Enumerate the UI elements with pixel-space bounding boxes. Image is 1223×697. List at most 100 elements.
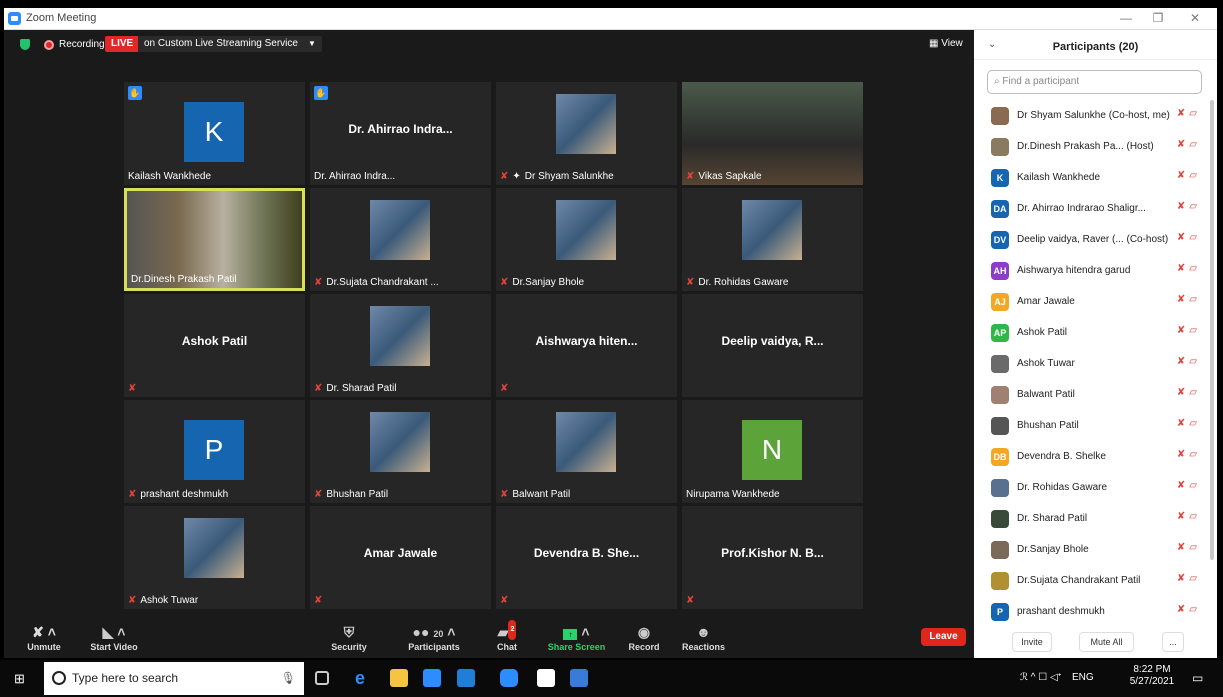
video-tile[interactable]: P ✘ prashant deshmukh: [124, 400, 305, 503]
participant-row[interactable]: AJ Amar Jawale ✘▱: [974, 286, 1209, 317]
participant-row[interactable]: AH Aishwarya hitendra garud ✘▱: [974, 255, 1209, 286]
participant-row[interactable]: Bhushan Patil ✘▱: [974, 410, 1209, 441]
reactions-button[interactable]: ☻ Reactions: [676, 622, 731, 652]
video-tile[interactable]: Devendra B. She... ✘: [496, 506, 677, 609]
video-tile[interactable]: ✘ Bhushan Patil: [310, 400, 491, 503]
live-badge: LIVE: [105, 36, 140, 52]
video-tile[interactable]: Dr.Dinesh Prakash Patil: [124, 188, 305, 291]
more-button[interactable]: ...: [1162, 632, 1184, 652]
chat-button[interactable]: ▰ 2 Chat: [492, 620, 522, 652]
participant-avatar: P: [991, 602, 1009, 621]
leave-button[interactable]: Leave: [921, 628, 966, 646]
mute-all-button[interactable]: Mute All: [1079, 632, 1134, 652]
video-tile[interactable]: K ✋ Kailash Wankhede: [124, 82, 305, 185]
participant-center-name: Amar Jawale: [363, 546, 438, 560]
invite-button[interactable]: Invite: [1012, 632, 1052, 652]
video-tile[interactable]: ✘ Vikas Sapkale: [682, 82, 863, 185]
participant-row[interactable]: K Kailash Wankhede ✘▱: [974, 162, 1209, 193]
tray-icons[interactable]: ℛ ^ ☐ ◁ᐩ: [1020, 672, 1062, 683]
video-tile[interactable]: Ashok Patil ✘: [124, 294, 305, 397]
photos-icon[interactable]: [537, 669, 555, 687]
participants-button[interactable]: ●● 20 ˄ Participants: [399, 622, 469, 652]
panel-header: ⌄ Participants (20): [974, 30, 1217, 60]
record-label: Record: [628, 642, 660, 652]
muted-mic-icon: ✘: [314, 277, 323, 288]
video-tile[interactable]: ✘ Dr. Sharad Patil: [310, 294, 491, 397]
participant-row[interactable]: Pprashant deshmukh ✘▱: [974, 596, 1209, 627]
video-tile[interactable]: Dr. Ahirrao Indra... ✋ Dr. Ahirrao Indra..…: [310, 82, 491, 185]
mic-video-status-icons: ✘▱: [1176, 325, 1201, 336]
participant-label: ✘: [314, 595, 322, 606]
video-tile[interactable]: ✘ Dr.Sanjay Bhole: [496, 188, 677, 291]
panel-scrollbar[interactable]: [1210, 100, 1214, 560]
language-indicator[interactable]: ENG: [1072, 672, 1094, 683]
clock[interactable]: 8:22 PM 5/27/2021: [1128, 664, 1176, 688]
video-tile[interactable]: ✘ Dr.Sujata Chandrakant ...: [310, 188, 491, 291]
muted-mic-icon: ✘: [500, 489, 509, 500]
recording-label[interactable]: Recording: [59, 39, 105, 50]
participant-row[interactable]: Dr. Sharad Patil ✘▱: [974, 503, 1209, 534]
participant-row[interactable]: Ashok Tuwar ✘▱: [974, 348, 1209, 379]
video-tile[interactable]: N Nirupama Wankhede: [682, 400, 863, 503]
windows-start-icon[interactable]: ⊞: [14, 671, 25, 687]
stream-dropdown[interactable]: on Custom Live Streaming Service ▼: [138, 36, 322, 52]
word-icon[interactable]: [570, 669, 588, 687]
participant-row[interactable]: DB Devendra B. Shelke ✘▱: [974, 441, 1209, 472]
participant-name: Dr. Ahirrao Indra...: [314, 171, 396, 182]
start-video-button[interactable]: ◣ ˄ Start Video: [84, 622, 144, 652]
file-explorer-icon[interactable]: [390, 669, 408, 687]
participant-center-name: Aishwarya hiten...: [535, 334, 638, 348]
maximize-button[interactable]: ❐: [1144, 10, 1172, 26]
participant-row[interactable]: Dr.Dinesh Prakash Pa... (Host) ✘▱: [974, 131, 1209, 162]
participant-row[interactable]: DV Deelip vaidya, Raver (... (Co-host) ✘▱: [974, 224, 1209, 255]
participants-panel: ⌄ Participants (20) ⌕ Find a participant…: [974, 30, 1217, 658]
stream-label: on Custom Live Streaming Service: [144, 38, 298, 49]
participant-row[interactable]: Dr. Rohidas Gaware ✘▱: [974, 472, 1209, 503]
participant-row[interactable]: AP Ashok Patil ✘▱: [974, 317, 1209, 348]
participant-name: Aishwarya hitendra garud: [1017, 265, 1131, 276]
unmute-button[interactable]: ✘ ˄ Unmute: [24, 622, 64, 652]
record-button[interactable]: ◉ Record: [624, 622, 664, 652]
store-icon[interactable]: [423, 669, 441, 687]
muted-mic-icon: ✘ ˄: [32, 624, 56, 640]
participant-center-name: Deelip vaidya, R...: [721, 334, 824, 348]
video-tile[interactable]: Aishwarya hiten... ✘: [496, 294, 677, 397]
zoom-taskbar-icon[interactable]: [500, 669, 518, 687]
video-tile[interactable]: ✘ Ashok Tuwar: [124, 506, 305, 609]
video-tile[interactable]: Prof.Kishor N. B... ✘: [682, 506, 863, 609]
video-tile[interactable]: Deelip vaidya, R...: [682, 294, 863, 397]
notification-icon[interactable]: ▭: [1192, 671, 1203, 685]
participant-row[interactable]: DA Dr. Ahirrao Indrarao Shaligr... ✘▱: [974, 193, 1209, 224]
participant-photo: [742, 200, 802, 260]
task-view-icon[interactable]: [315, 671, 329, 685]
video-tile[interactable]: ✘ ✦ Dr Shyam Salunkhe: [496, 82, 677, 185]
microphone-icon[interactable]: 🎙: [281, 671, 296, 685]
share-screen-button[interactable]: ↑ ˄ Share Screen: [544, 622, 609, 652]
edge-browser-icon[interactable]: e: [355, 669, 373, 687]
participant-row[interactable]: Dr Shyam Salunkhe (Co-host, me) ✘▱: [974, 100, 1209, 131]
muted-mic-icon: ✘: [314, 383, 323, 394]
participant-center-name: Ashok Patil: [181, 334, 248, 348]
participant-name: Deelip vaidya, Raver (... (Co-host): [1017, 234, 1169, 245]
taskbar-search-input[interactable]: Type here to search 🎙: [44, 662, 304, 695]
close-button[interactable]: ✕: [1181, 10, 1209, 26]
participant-name: Dr.Sujata Chandrakant Patil: [1017, 575, 1141, 586]
record-icon: ◉: [637, 624, 651, 640]
participant-name: Dr.Dinesh Prakash Patil: [131, 274, 237, 285]
mail-icon[interactable]: [457, 669, 475, 687]
participant-row[interactable]: Dr.Sanjay Bhole ✘▱: [974, 534, 1209, 565]
view-button[interactable]: ▦ View: [929, 38, 963, 49]
video-tile[interactable]: Amar Jawale ✘: [310, 506, 491, 609]
participant-avatar: [991, 137, 1009, 156]
participant-search-input[interactable]: ⌕ Find a participant: [987, 70, 1202, 94]
participant-row[interactable]: Balwant Patil ✘▱: [974, 379, 1209, 410]
video-tile[interactable]: ✘ Balwant Patil: [496, 400, 677, 503]
mic-video-status-icons: ✘▱: [1176, 201, 1201, 212]
security-button[interactable]: ⛨ Security: [324, 622, 374, 652]
minimize-button[interactable]: —: [1112, 10, 1140, 26]
participant-row[interactable]: Dr.Sujata Chandrakant Patil ✘▱: [974, 565, 1209, 596]
chat-icon: ▰ 2: [492, 620, 522, 642]
video-tile[interactable]: ✘ Dr. Rohidas Gaware: [682, 188, 863, 291]
muted-mic-icon: ✘: [128, 595, 137, 606]
encryption-shield-icon[interactable]: [20, 39, 30, 50]
